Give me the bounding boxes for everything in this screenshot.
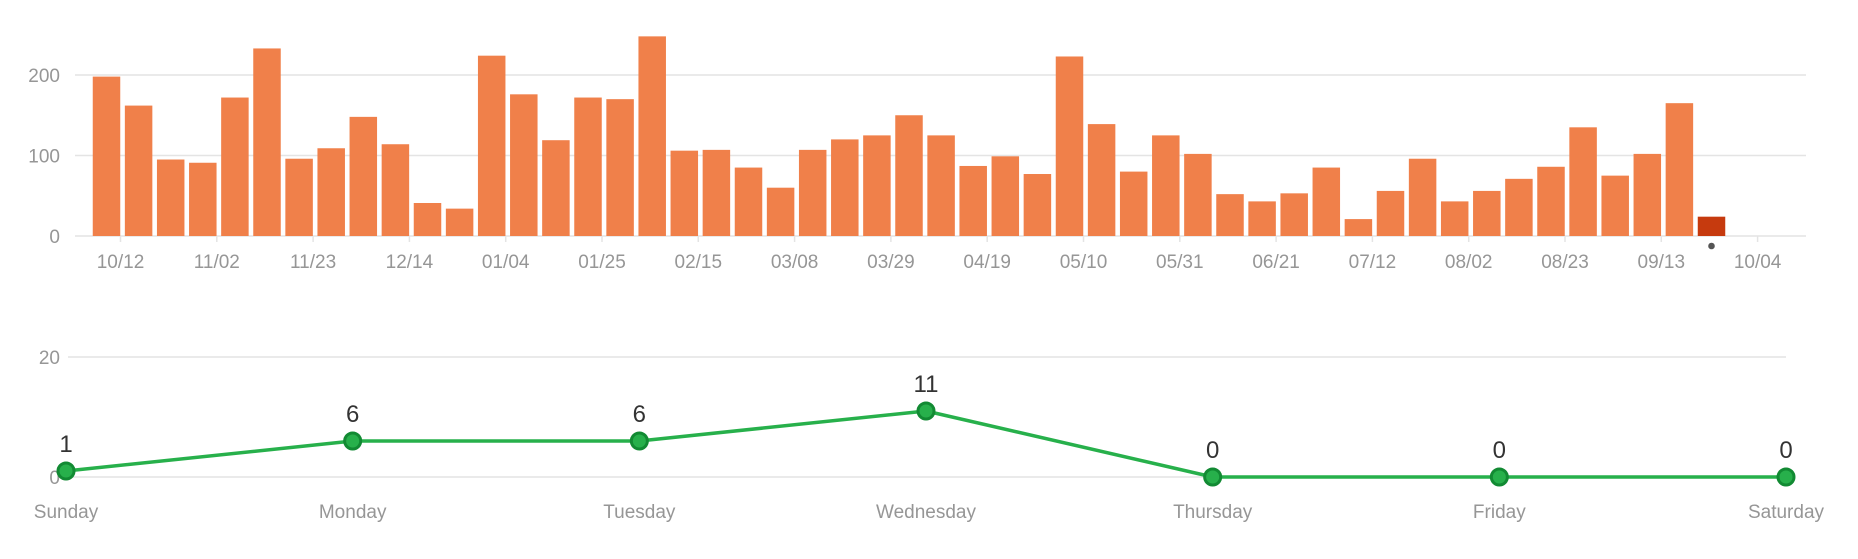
bar (831, 139, 859, 236)
bar-x-tick-label: 01/04 (482, 252, 530, 273)
bar (1087, 124, 1116, 236)
data-point (343, 431, 363, 451)
bar-x-tick-label: 08/02 (1445, 252, 1493, 273)
line-x-tick-label: Thursday (1173, 502, 1253, 523)
bar-x-tick-label: 03/29 (867, 252, 915, 273)
bar (606, 99, 634, 237)
bar-y-tick-label: 200 (28, 66, 60, 87)
bar (1152, 135, 1180, 237)
series-line (65, 409, 1786, 479)
bar (798, 149, 827, 237)
data-label: 1 (59, 431, 72, 458)
bar (959, 165, 987, 236)
weekly-bar-chart: 0 100 200 10/12 11/02 11/23 12/14 01/04 01/25 02/… (28, 36, 1806, 273)
bar (1248, 201, 1276, 236)
data-point (916, 401, 936, 421)
bar (542, 140, 570, 236)
bar (1505, 178, 1533, 236)
data-label: 0 (1493, 437, 1506, 464)
bar-x-tick-label: 10/04 (1734, 252, 1782, 273)
bar (221, 97, 249, 236)
bar (1344, 219, 1373, 236)
bar-x-tick-label: 03/08 (771, 252, 819, 273)
line-y-tick-label: 20 (39, 348, 60, 369)
bar (927, 135, 955, 237)
line-x-tick-label: Sunday (34, 502, 99, 523)
bar (1184, 153, 1212, 236)
bar (638, 36, 666, 236)
bar-x-tick-label: 07/12 (1349, 252, 1397, 273)
data-point (629, 431, 649, 451)
bar (92, 76, 121, 236)
bar (477, 55, 506, 237)
bar-x-tick-label: 10/12 (97, 252, 145, 273)
bar (1569, 127, 1597, 236)
bar (1537, 166, 1565, 236)
line-x-tick-label: Saturday (1748, 502, 1825, 523)
bar (895, 115, 923, 236)
bar-x-tick-label: 12/14 (386, 252, 434, 273)
data-label: 0 (1779, 437, 1792, 464)
bar-x-tick-label: 05/10 (1060, 252, 1108, 273)
bar (1376, 190, 1405, 236)
bar-x-tick-label: 11/23 (290, 252, 336, 273)
day-of-week-line-chart: 0 20 1 Sunday 6 Monday 6 Tuesday 11 Wednesday 0 Thu… (34, 348, 1825, 523)
line-x-tick-label: Wednesday (876, 502, 976, 523)
bar (156, 159, 185, 236)
bar (124, 105, 153, 236)
bar (766, 187, 795, 236)
bar (510, 94, 538, 236)
data-label: 11 (914, 371, 939, 398)
bar-x-tick-label: 01/25 (578, 252, 626, 273)
line-x-tick-label: Friday (1473, 502, 1526, 523)
bar-current (1697, 216, 1726, 236)
bar-x-tick-label: 09/13 (1638, 252, 1686, 273)
bar-y-tick-label: 0 (49, 227, 60, 248)
data-point (1203, 467, 1223, 487)
bar (734, 167, 763, 236)
bar (1312, 167, 1341, 236)
data-point (56, 461, 76, 481)
bar (574, 97, 602, 236)
current-week-marker (1708, 242, 1715, 250)
bar-x-tick-label: 05/31 (1156, 252, 1204, 273)
bar (413, 203, 442, 237)
bar (1601, 175, 1629, 237)
bar (702, 149, 731, 237)
bar-y-tick-label: 100 (28, 147, 60, 168)
data-point (1776, 467, 1796, 487)
bar (1665, 103, 1694, 236)
bar (285, 158, 313, 236)
bar (189, 162, 217, 237)
bar (445, 208, 474, 236)
bar (1440, 201, 1469, 236)
bar (1633, 153, 1662, 236)
bar (317, 148, 345, 236)
bar (863, 135, 891, 237)
bar (1408, 158, 1437, 236)
line-x-tick-label: Monday (319, 502, 387, 523)
data-label: 6 (633, 401, 646, 428)
bar (1473, 190, 1501, 236)
bar-x-tick-label: 08/23 (1541, 252, 1589, 273)
bar (991, 156, 1020, 237)
bar (349, 116, 378, 236)
data-label: 0 (1206, 437, 1219, 464)
bar (1216, 194, 1244, 236)
bar-x-tick-label: 06/21 (1252, 252, 1300, 273)
bar-x-tick-label: 04/19 (963, 252, 1011, 273)
bar (253, 48, 281, 236)
data-label: 6 (346, 401, 359, 428)
data-point (1489, 467, 1509, 487)
bar-x-tick-label: 11/02 (194, 252, 240, 273)
line-x-tick-label: Tuesday (603, 502, 676, 523)
charts: 010020010/12 11/02 11/23 12/14 01/04 01/25 02/… (28, 36, 1825, 523)
bar (1119, 171, 1148, 236)
bar (670, 150, 699, 236)
bar (381, 144, 410, 236)
bar (1055, 56, 1084, 237)
bar (1023, 174, 1052, 236)
bar-x-tick-label: 02/15 (675, 252, 723, 273)
bar (1280, 193, 1308, 236)
